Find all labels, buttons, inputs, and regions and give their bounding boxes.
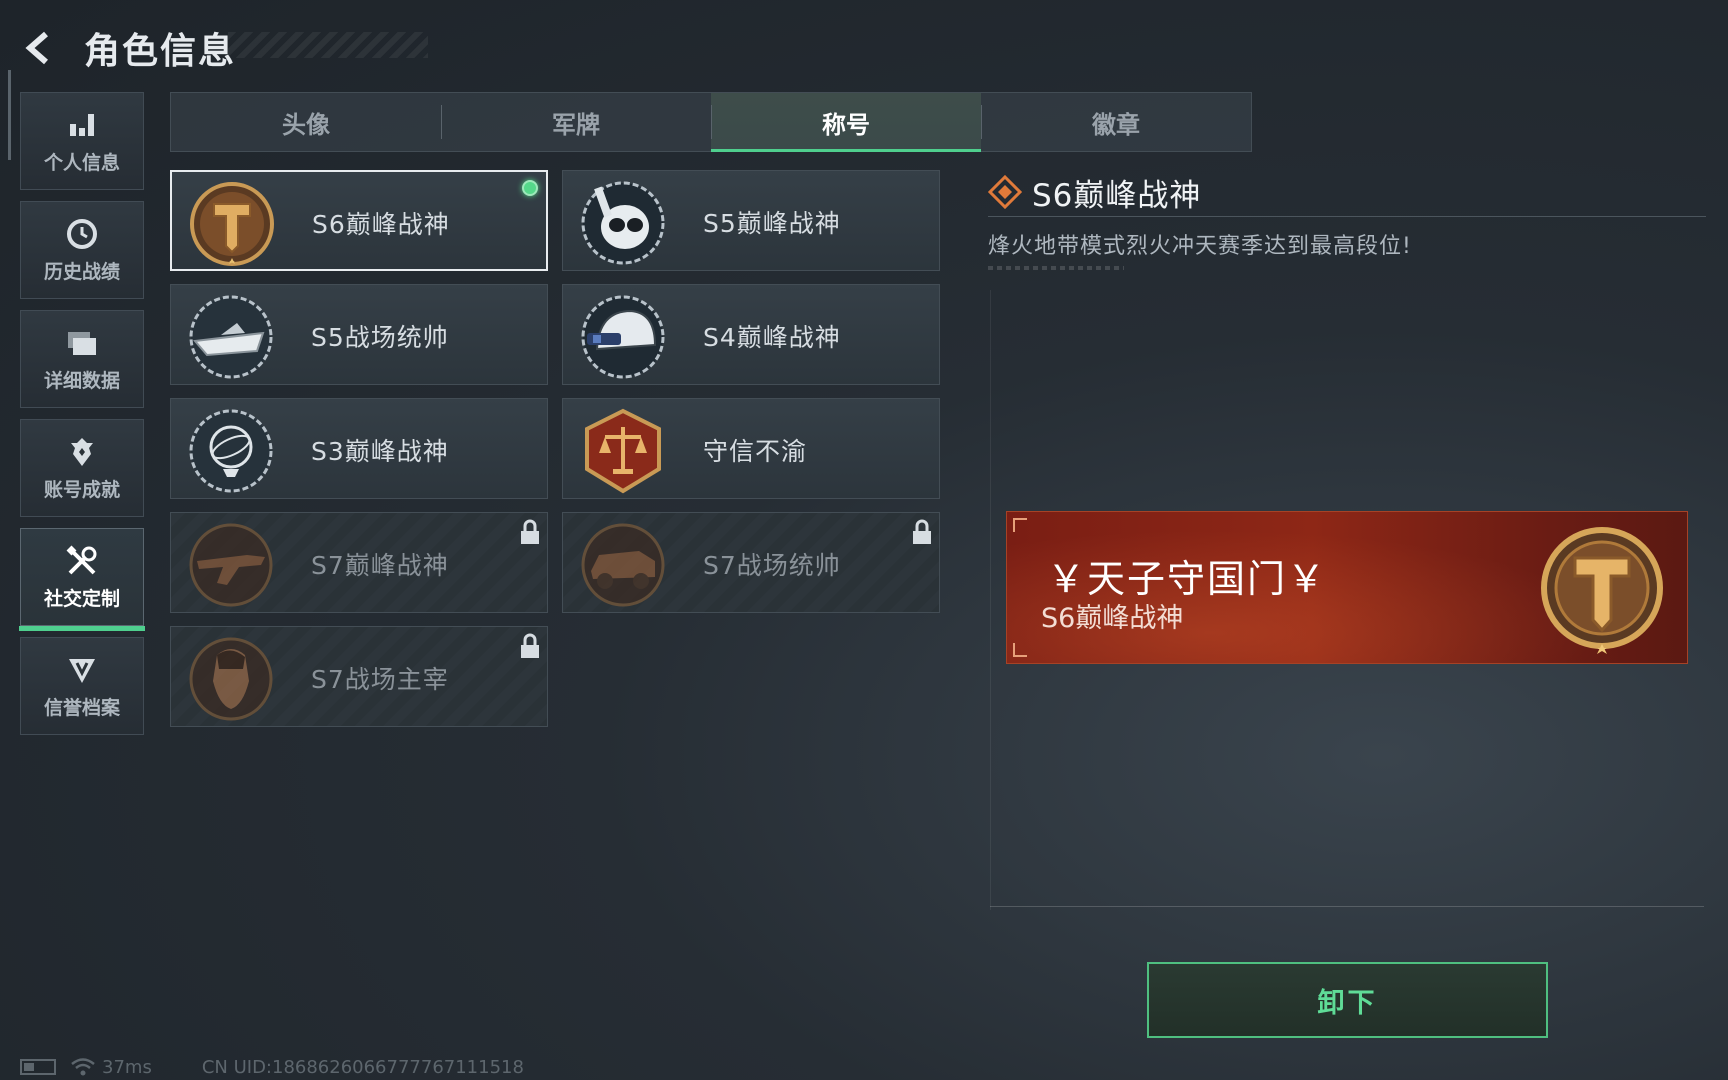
corner-bracket [1013,643,1027,657]
sidebar-item-label: 详细数据 [43,369,120,392]
title-card[interactable]: S3巅峰战神 [170,398,548,499]
sidebar-item-label: 账号成就 [43,478,120,501]
page-title: 角色信息 [84,31,237,72]
sidebar-item-label: 历史战绩 [43,260,120,283]
unequip-button[interactable]: 卸下 [1147,962,1548,1038]
title-decoration [228,32,428,58]
title-label: S7战场统帅 [703,550,841,580]
tab-dog-tag[interactable]: 军牌 [441,93,711,151]
lock-icon [913,519,931,544]
wifi-icon [71,1058,95,1076]
status-bar: 37ms CN UID:1868626066777767111518 [20,1056,524,1078]
description-decoration [988,266,1124,270]
sidebar: 个人信息 历史战绩 详细数据 账号成就 社交定制 信誉档案 [19,92,145,746]
title-card[interactable]: S5战场统帅 [170,284,548,385]
t-shield-medal-icon [190,182,274,266]
t-shield-medal-icon [1541,527,1663,654]
title-label: 守信不渝 [703,436,808,466]
equipped-indicator [522,180,538,196]
preview-title: S6巅峰战神 [1041,603,1184,634]
sidebar-item-label: 个人信息 [43,151,120,174]
skull-diver-medal-icon [581,181,665,265]
tools-icon [65,544,99,578]
tab-title[interactable]: 称号 [711,93,981,152]
sidebar-item-credit-record[interactable]: 信誉档案 [20,637,144,735]
scales-medal-icon [585,408,661,494]
lock-icon [521,519,539,544]
credit-icon [65,653,99,687]
diamond-rank-icon [988,175,1022,209]
helmet-medal-icon [581,295,665,379]
detail-title: S6巅峰战神 [1032,177,1202,214]
title-card-locked[interactable]: S7巅峰战神 [170,512,548,613]
tab-avatar[interactable]: 头像 [171,93,441,151]
detail-description: 烽火地带模式烈火冲天赛季达到最高段位! [988,234,1412,259]
title-card-locked[interactable]: S7战场统帅 [562,512,940,613]
divider [988,216,1706,217]
tab-badge[interactable]: 徽章 [981,93,1251,151]
sidebar-item-label: 信誉档案 [43,696,120,719]
title-preview-banner: ￥天子守国门￥ S6巅峰战神 [1006,511,1688,664]
speedboat-medal-icon [189,295,273,379]
sidebar-item-social-custom[interactable]: 社交定制 [19,528,145,631]
player-name: ￥天子守国门￥ [1047,557,1328,601]
ping-readout: 37ms [102,1056,152,1078]
tab-bar: 头像 军牌 称号 徽章 [170,92,1252,152]
corner-bracket [1013,518,1027,532]
title-label: S6巅峰战神 [312,209,450,239]
sidebar-item-match-history[interactable]: 历史战绩 [20,201,144,299]
sidebar-item-label: 社交定制 [43,587,120,610]
title-label: S7巅峰战神 [311,550,449,580]
detail-header: S6巅峰战神 [988,170,1706,214]
bar-chart-icon [65,108,99,142]
folder-icon [65,326,99,360]
title-label: S5战场统帅 [311,322,449,352]
title-card[interactable]: S6巅峰战神 [170,170,548,271]
user-uid: CN UID:1868626066777767111518 [201,1056,524,1078]
lock-icon [521,633,539,658]
portrait-medal-icon [189,637,273,721]
title-card[interactable]: S4巅峰战神 [562,284,940,385]
title-card[interactable]: 守信不渝 [562,398,940,499]
battery-icon [20,1059,56,1075]
title-card[interactable]: S5巅峰战神 [562,170,940,271]
sidebar-item-achievements[interactable]: 账号成就 [20,419,144,517]
sidebar-item-detailed-data[interactable]: 详细数据 [20,310,144,408]
title-detail-panel: S6巅峰战神 烽火地带模式烈火冲天赛季达到最高段位! [988,170,1706,270]
title-label: S7战场主宰 [311,664,449,694]
sidebar-item-personal-info[interactable]: 个人信息 [20,92,144,190]
back-arrow-icon[interactable] [18,26,62,70]
rifle-medal-icon [189,523,273,607]
title-label: S5巅峰战神 [703,208,841,238]
title-label: S3巅峰战神 [311,436,449,466]
sidebar-rail [8,70,11,160]
game-screen: 角色信息 个人信息 历史战绩 详细数据 账号成就 社交定制 信誉档案 头像 军牌… [0,0,1728,1080]
globe-medal-icon [189,409,273,493]
divider [990,906,1704,907]
vehicle-medal-icon [581,523,665,607]
title-label: S4巅峰战神 [703,322,841,352]
clock-icon [65,217,99,251]
unequip-label: 卸下 [1317,987,1378,1019]
achievement-icon [65,435,99,469]
header: 角色信息 [18,18,428,78]
title-card-locked[interactable]: S7战场主宰 [170,626,548,727]
